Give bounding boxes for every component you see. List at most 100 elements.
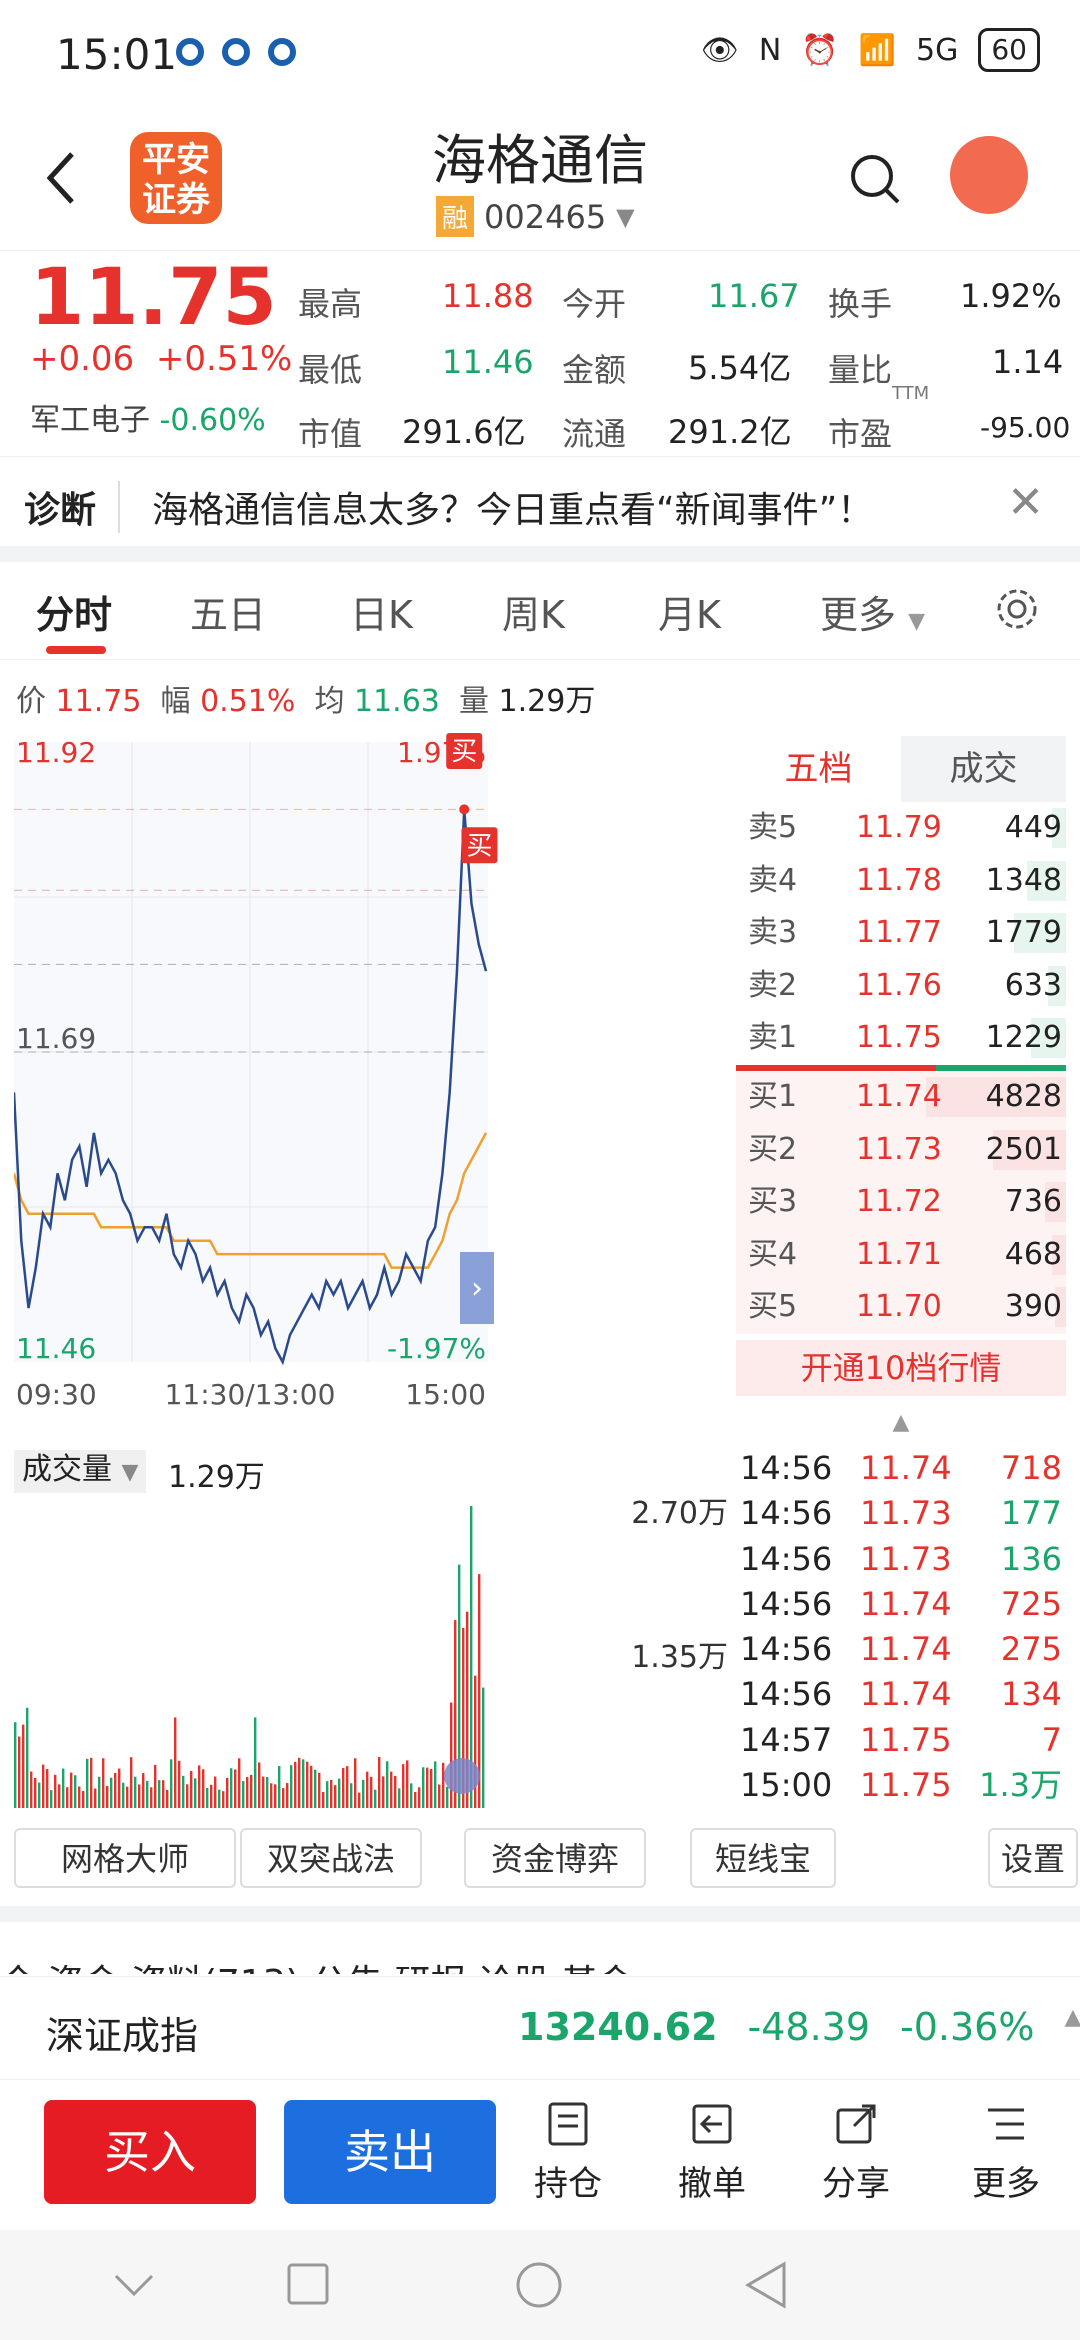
- settings-button[interactable]: 设置: [988, 1828, 1078, 1888]
- bid-level[interactable]: 买5 11.70 390: [736, 1281, 1066, 1334]
- ask-level[interactable]: 卖5 11.79 449: [736, 802, 1066, 855]
- diagnosis-bar[interactable]: 诊断 海格通信信息太多？今日重点看“新闻事件”！ ✕: [0, 456, 1080, 546]
- field-value: 11.46: [442, 343, 534, 381]
- holdings-button[interactable]: 持仓: [518, 2100, 618, 2205]
- tab-daily-k[interactable]: 日K: [350, 584, 413, 639]
- stock-name: 海格通信: [432, 129, 648, 192]
- gear-icon[interactable]: [994, 586, 1040, 632]
- tab-trades[interactable]: 成交: [901, 736, 1066, 802]
- search-icon[interactable]: [848, 152, 902, 206]
- volume-label: 成交量: [22, 1452, 112, 1487]
- buy-button[interactable]: 买入: [44, 2100, 256, 2204]
- chevron-down-icon[interactable]: [112, 2270, 156, 2300]
- double-breakout-button[interactable]: 双突战法: [240, 1828, 422, 1888]
- volume-bar: [170, 1759, 173, 1808]
- short-term-button[interactable]: 短线宝: [690, 1828, 836, 1888]
- sell-button[interactable]: 卖出: [284, 2100, 496, 2204]
- volume-bar: [114, 1772, 117, 1808]
- level-volume: 633: [1004, 967, 1062, 1003]
- chart-tabs: 分时 五日 日K 周K 月K 更多 ▼: [0, 560, 1080, 660]
- volume-bar: [374, 1789, 377, 1808]
- close-icon[interactable]: ✕: [1007, 477, 1044, 528]
- volume-bar: [42, 1764, 45, 1808]
- ask-level[interactable]: 卖4 11.78 1348: [736, 855, 1066, 908]
- stock-code-selector[interactable]: 融 002465 ▼: [436, 196, 635, 237]
- cancel-order-button[interactable]: 撤单: [662, 2100, 762, 2205]
- bid-level[interactable]: 买3 11.72 736: [736, 1176, 1066, 1229]
- volume-bar: [250, 1774, 253, 1808]
- index-values: 13240.62 -48.39 -0.36% ▲: [518, 2005, 1080, 2049]
- volume-bar: [274, 1784, 277, 1808]
- tick-price: 11.74: [860, 1675, 952, 1714]
- volume-bar: [450, 1702, 453, 1808]
- chevron-up-icon[interactable]: ▲: [736, 1410, 1066, 1435]
- bid-level[interactable]: 买4 11.71 468: [736, 1228, 1066, 1282]
- tab-more[interactable]: 更多 ▼: [820, 584, 925, 639]
- bid-level[interactable]: 买2 11.73 2501: [736, 1123, 1066, 1177]
- trade-ticks: 14:56 11.74 718 14:56 11.73 177 14:56 11.73 136 1…: [736, 1446, 1066, 1808]
- volume-bar: [314, 1769, 317, 1808]
- back-icon[interactable]: [744, 2260, 788, 2310]
- recent-apps-icon[interactable]: [286, 2262, 330, 2306]
- tab-monthly-k[interactable]: 月K: [658, 584, 721, 639]
- volume-bar: [34, 1778, 37, 1808]
- ask-level[interactable]: 卖2 11.76 633: [736, 960, 1066, 1013]
- diagnosis-message[interactable]: 海格通信信息太多？今日重点看“新闻事件”！: [152, 481, 873, 533]
- level-label: 卖3: [748, 915, 798, 951]
- volume-bar: [186, 1784, 189, 1808]
- level-volume: 2501: [985, 1131, 1062, 1167]
- field-label: 市盈: [828, 415, 893, 453]
- index-name: 深证成指: [46, 2014, 199, 2058]
- chevron-up-icon[interactable]: ▲: [1064, 2005, 1080, 2049]
- volume-bar: [110, 1777, 113, 1808]
- share-button[interactable]: 分享: [806, 2100, 906, 2205]
- ask-level[interactable]: 卖1 11.75 1229: [736, 1012, 1066, 1065]
- volume-bar: [234, 1769, 237, 1808]
- volume-panel: 成交量 ▼ 1.29万 2.70万 1.35万: [14, 1446, 728, 1808]
- last-price: 11.75: [30, 253, 277, 343]
- volume-bar: [190, 1771, 193, 1808]
- volume-bar: [138, 1784, 141, 1808]
- assistant-avatar[interactable]: [950, 136, 1028, 214]
- tab-five-levels[interactable]: 五档: [736, 736, 901, 802]
- ask-level[interactable]: 卖3 11.77 1779: [736, 907, 1066, 960]
- tick-volume: 725: [1000, 1584, 1062, 1623]
- nfc-icon: N: [758, 32, 782, 68]
- volume-bar: [270, 1783, 273, 1808]
- intraday-price-chart[interactable]: 11.9211.6911.461.97%-1.97%09:30 11:30/13:…: [14, 732, 728, 1408]
- fullscreen-icon[interactable]: [444, 1758, 480, 1794]
- volume-indicator-selector[interactable]: 成交量 ▼: [14, 1450, 147, 1493]
- volume-bar: [202, 1769, 205, 1808]
- level-label: 买2: [748, 1131, 798, 1167]
- index-ticker[interactable]: 深证成指 13240.62 -48.39 -0.36% ▲: [0, 1976, 1080, 2080]
- tick-row: 15:00 11.75 1.3万: [736, 1763, 1066, 1808]
- order-book: 五档 成交 卖5 11.79 449 卖4 11.78 1348 卖3 11.77 1779 卖2…: [736, 736, 1066, 1435]
- volume-bar: [278, 1765, 281, 1808]
- sector-info[interactable]: 军工电子 -0.60%: [30, 395, 266, 439]
- field-value: 291.6亿: [402, 413, 526, 451]
- volume-bar: [214, 1776, 217, 1808]
- level-label: 买1: [748, 1078, 798, 1114]
- capital-game-button[interactable]: 资金博弈: [464, 1828, 646, 1888]
- meta-avg-label: 均: [314, 684, 345, 719]
- home-icon[interactable]: [514, 2260, 564, 2310]
- open-level10-button[interactable]: 开通10档行情: [736, 1339, 1066, 1396]
- tab-five-day[interactable]: 五日: [190, 584, 266, 639]
- chevron-right-icon: ›: [471, 1271, 483, 1306]
- tab-intraday[interactable]: 分时: [36, 584, 112, 639]
- meta-price: 11.75: [55, 684, 142, 719]
- bid-level[interactable]: 买1 11.74 4828: [736, 1070, 1066, 1124]
- volume-bar: [126, 1786, 129, 1808]
- grid-master-button[interactable]: 网格大师: [14, 1828, 236, 1888]
- more-button[interactable]: 更多: [956, 2100, 1056, 2205]
- system-icons: 👁 N ⏰ 📶 5G 60: [701, 28, 1040, 72]
- volume-bar: [342, 1768, 345, 1808]
- level-label: 卖1: [748, 1020, 798, 1056]
- volume-bar: [434, 1761, 437, 1808]
- tab-weekly-k[interactable]: 周K: [502, 584, 565, 639]
- volume-bar: [418, 1787, 421, 1808]
- sector-pct: -0.60%: [159, 403, 266, 438]
- level-label: 卖2: [748, 967, 798, 1003]
- level-volume: 736: [1004, 1184, 1062, 1220]
- info-tabs[interactable]: 今 资金 资料(713) 公告 研报 论股 基金: [0, 1940, 1080, 1974]
